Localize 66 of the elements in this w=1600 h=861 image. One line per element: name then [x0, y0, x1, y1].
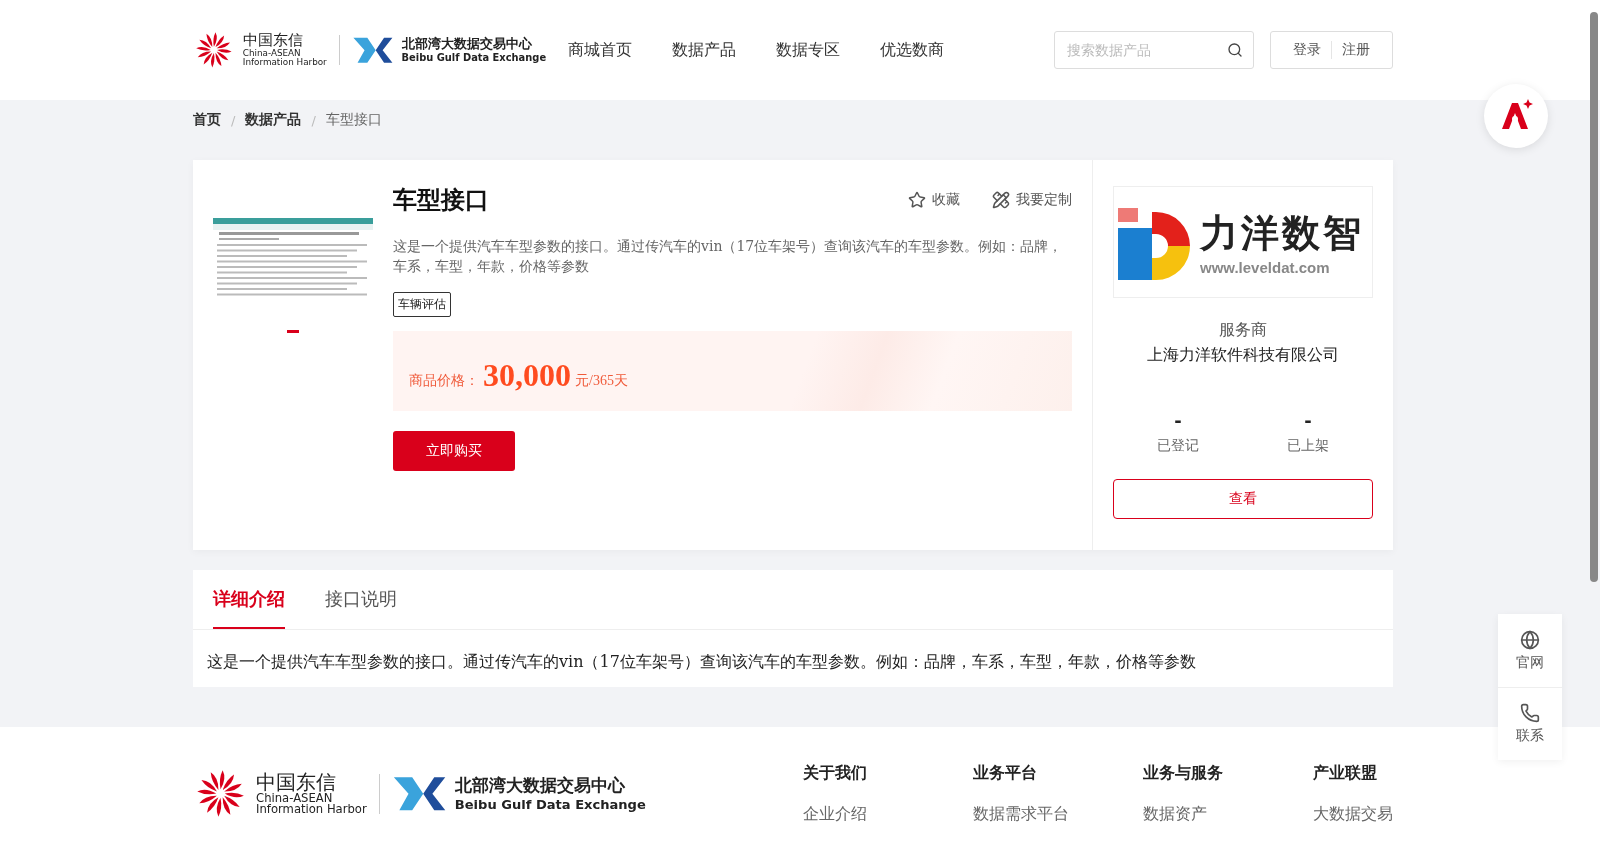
provider-name: 上海力洋软件科技有限公司 [1147, 345, 1339, 366]
footer-heading: 关于我们 [803, 763, 868, 784]
action-link[interactable]: 我要定制 [992, 191, 1072, 209]
assistant-button[interactable] [1484, 84, 1548, 148]
stat-value: - [1304, 410, 1312, 431]
side-link[interactable]: 联系 [1498, 687, 1562, 760]
product-tag: 车辆评估 [393, 292, 451, 317]
scrollbar[interactable] [1590, 12, 1598, 582]
footer-link[interactable]: 大数据交易 [1313, 804, 1393, 825]
logo-text: Beibu Gulf Data Exchange [454, 797, 646, 811]
logo-text: 力洋数智 [1200, 210, 1364, 257]
stat-label: 已登记 [1157, 437, 1199, 455]
search-field[interactable]: 搜索数据产品 [1054, 31, 1254, 69]
nav-link[interactable]: 数据产品 [672, 39, 737, 61]
breadcrumb-link[interactable]: 数据产品 [245, 111, 302, 129]
side-label: 官网 [1516, 653, 1544, 672]
globe-icon [1520, 629, 1540, 650]
view-button[interactable]: 查看 [1113, 479, 1373, 519]
detail-text: 这是一个提供汽车车型参数的接口。通过传汽车的vin（17位车架号）查询该汽车的车型参数。例如：品牌，车系，车型，年款，价格等参数 [206, 651, 1197, 673]
side-label: 联系 [1516, 727, 1544, 745]
pencil-ruler-icon [992, 191, 1010, 209]
logo-url: www.leveldat.com [1200, 259, 1330, 276]
detail-tab[interactable]: 详细介绍 [213, 570, 285, 629]
auth-link[interactable]: 注册 [1331, 41, 1380, 59]
provider-role: 服务商 [1219, 320, 1267, 341]
side-link[interactable]: 官网 [1498, 614, 1562, 687]
logo-text: Beibu Gulf Data Exchange [401, 52, 547, 63]
stat-label: 已上架 [1287, 437, 1329, 455]
breadcrumb-separator: / [311, 112, 316, 128]
nav-link[interactable]: 数据专区 [776, 39, 841, 61]
star-icon [908, 191, 926, 209]
nav-link[interactable]: 优选数商 [880, 39, 945, 61]
logo-text: 北部湾大数据交易中心 [454, 777, 626, 795]
detail-tab[interactable]: 接口说明 [325, 570, 397, 629]
logo-text: Information Harbor [256, 804, 367, 816]
product-title: 车型接口 [393, 185, 489, 216]
logo-text: China-ASEAN [242, 48, 302, 58]
nav-link[interactable]: 商城首页 [568, 39, 633, 61]
logo-text: Information Harbor [242, 57, 327, 67]
auth-link[interactable]: 登录 [1283, 41, 1331, 59]
logo-text: China-ASEAN [256, 792, 333, 805]
footer-heading: 产业联盟 [1313, 763, 1378, 784]
x-logo-icon [351, 35, 394, 65]
logo-text: 中国东信 [256, 772, 338, 793]
breadcrumb-separator: / [231, 112, 236, 128]
price-unit: 元/365天 [575, 372, 628, 390]
price-amount: 30,000 [483, 356, 571, 394]
search-icon[interactable] [1227, 42, 1243, 58]
product-description: 这是一个提供汽车车型参数的接口。通过传汽车的vin（17位车架号）查询该汽车的车型参数。例如：品牌，车系，车型，年款，价格等参数 [393, 237, 1064, 276]
action-link[interactable]: 收藏 [908, 191, 960, 209]
logo-text: 中国东信 [242, 33, 304, 49]
buy-button[interactable]: 立即购买 [393, 431, 515, 471]
footer-heading: 业务与服务 [1143, 763, 1224, 784]
footer-link[interactable]: 数据需求平台 [973, 804, 1143, 825]
footer-heading: 业务平台 [973, 763, 1038, 784]
x-logo-icon [391, 775, 447, 813]
logo-text: 北部湾大数据交易中心 [401, 37, 533, 51]
stat-value: - [1174, 410, 1182, 431]
action-label: 我要定制 [1016, 191, 1072, 209]
breadcrumb-link[interactable]: 首页 [193, 111, 221, 129]
phone-icon [1520, 703, 1540, 723]
price-label: 商品价格： [409, 372, 479, 390]
breadcrumb-link[interactable]: 车型接口 [325, 111, 382, 129]
action-label: 收藏 [932, 191, 960, 209]
footer-link[interactable]: 数据资产 [1143, 804, 1313, 825]
footer-link[interactable]: 企业介绍 [803, 804, 973, 825]
